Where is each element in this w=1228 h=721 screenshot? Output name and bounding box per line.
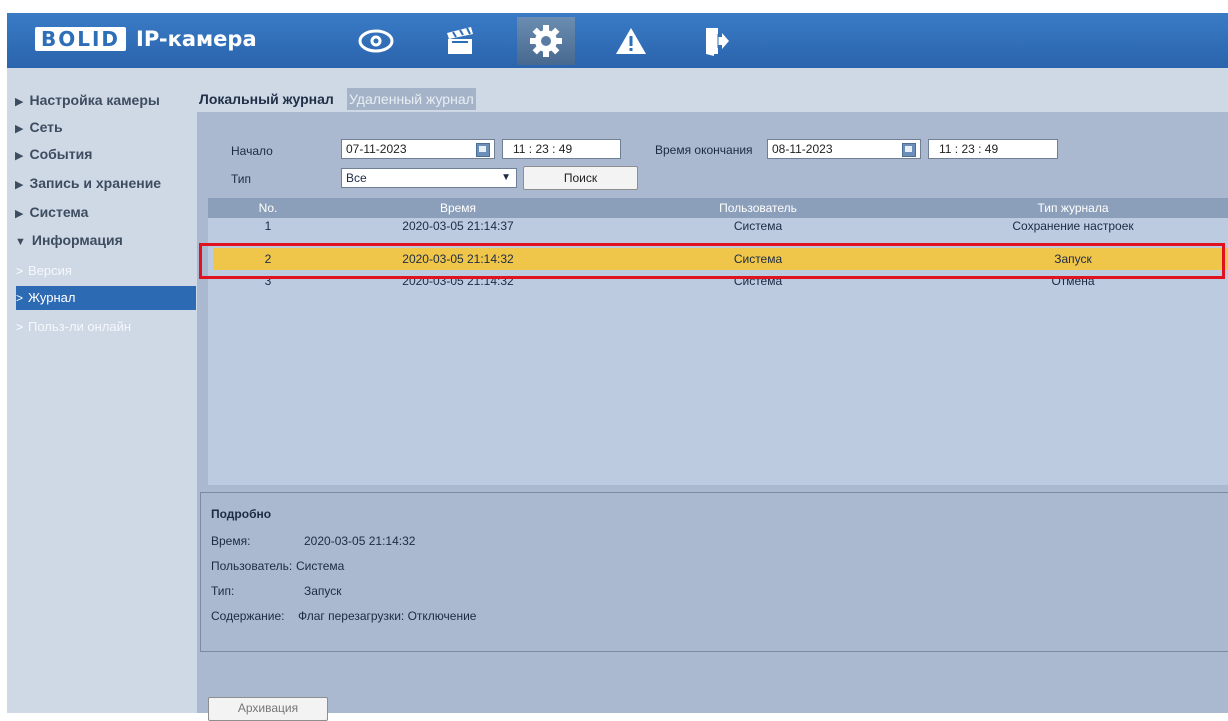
table-row[interactable]: 3 2020-03-05 21:14:32 Система Отмена: [208, 274, 1228, 296]
eye-icon: [358, 29, 394, 53]
sidebar-item-label: Информация: [31, 232, 123, 248]
sidebar-item-information[interactable]: ▼ Информация: [15, 232, 123, 248]
triangle-down-icon: ▼: [15, 236, 26, 248]
cell-user: Система: [733, 219, 783, 233]
sidebar-item-camera-settings[interactable]: ▶ Настройка камеры: [15, 92, 160, 108]
details-time-label: Время:: [211, 534, 251, 548]
cell-no: 3: [264, 274, 272, 288]
table-header: No. Время Пользователь Тип журнала: [208, 198, 1228, 218]
sidebar-item-network[interactable]: ▶ Сеть: [15, 119, 63, 135]
chevron-right-icon: >: [16, 320, 24, 334]
cell-no: 2: [264, 252, 272, 266]
gear-icon: [530, 25, 562, 57]
triangle-right-icon: ▶: [15, 96, 24, 108]
start-date-field[interactable]: 07-11-2023: [341, 139, 495, 159]
clapperboard-icon: [447, 27, 473, 54]
start-label: Начало: [231, 144, 273, 158]
sidebar-subitem-version[interactable]: > Версия: [16, 259, 196, 283]
tab-local-log[interactable]: Локальный журнал: [197, 88, 336, 110]
nav-live-view-button[interactable]: [347, 17, 405, 65]
chevron-right-icon: >: [16, 291, 24, 305]
nav-alarm-button[interactable]: [602, 17, 660, 65]
sidebar-subitem-online-users[interactable]: > Польз-ли онлайн: [16, 315, 196, 339]
type-label: Тип: [231, 172, 252, 186]
table-row[interactable]: 1 2020-03-05 21:14:37 Система Сохранение…: [208, 216, 1228, 236]
column-header-user: Пользователь: [719, 201, 797, 215]
log-table: No. Время Пользователь Тип журнала 1 202…: [208, 198, 1228, 485]
details-user-label: Пользователь:: [211, 559, 293, 573]
sidebar-subitem-log[interactable]: > Журнал: [16, 286, 196, 310]
sidebar-item-system[interactable]: ▶ Система: [15, 204, 88, 220]
cell-user: Система: [733, 252, 783, 266]
nav-settings-button[interactable]: [517, 17, 575, 65]
warning-icon: [616, 28, 646, 54]
sidebar-subitem-label: Версия: [28, 263, 72, 278]
details-content-value: Флаг перезагрузки: Отключение: [298, 609, 477, 623]
top-nav-bar: BOLID IP-камера: [7, 13, 1228, 68]
sidebar-item-label: Настройка камеры: [29, 92, 160, 108]
details-panel: Подробно Время: 2020-03-05 21:14:32 Поль…: [200, 492, 1228, 652]
sidebar-item-events[interactable]: ▶ События: [15, 146, 92, 162]
tabs-bar: Локальный журнал Удаленный журнал: [197, 68, 1228, 112]
nav-playback-button[interactable]: [432, 17, 490, 65]
triangle-right-icon: ▶: [15, 150, 24, 162]
app-title: IP-камера: [136, 27, 257, 51]
search-button[interactable]: Поиск: [523, 166, 638, 190]
start-date-value: 07-11-2023: [346, 142, 407, 156]
cell-log-type: Запуск: [1054, 252, 1092, 266]
details-title: Подробно: [211, 507, 272, 521]
logo-mark: BOLID: [35, 27, 127, 51]
triangle-right-icon: ▶: [15, 208, 24, 220]
sidebar-item-label: Запись и хранение: [29, 175, 162, 191]
sidebar-subitem-label: Журнал: [28, 290, 76, 305]
sidebar-item-label: Система: [29, 204, 89, 220]
sidebar-subitem-label: Польз-ли онлайн: [28, 319, 132, 334]
type-select[interactable]: Все ▼: [341, 168, 517, 188]
sidebar-item-label: События: [29, 146, 93, 162]
column-header-time: Время: [439, 201, 477, 215]
cell-time: 2020-03-05 21:14:32: [402, 274, 514, 288]
calendar-icon[interactable]: [476, 143, 490, 157]
cell-log-type: Отмена: [1051, 274, 1095, 288]
end-date-field[interactable]: 08-11-2023: [767, 139, 921, 159]
type-select-value: Все: [346, 171, 367, 185]
sidebar: ▶ Настройка камеры ▶ Сеть ▶ События ▶ Запись…: [7, 68, 197, 713]
cell-time: 2020-03-05 21:14:37: [402, 219, 514, 233]
details-type-label: Тип:: [211, 584, 235, 598]
triangle-right-icon: ▶: [15, 123, 24, 135]
details-type-value: Запуск: [304, 584, 342, 598]
cell-no: 1: [264, 219, 272, 233]
details-time-value: 2020-03-05 21:14:32: [304, 534, 416, 548]
chevron-down-icon: ▼: [501, 172, 511, 183]
end-date-value: 08-11-2023: [772, 142, 833, 156]
archive-button[interactable]: Архивация: [208, 697, 328, 721]
nav-logout-button[interactable]: [687, 17, 745, 65]
logout-icon: [706, 28, 729, 56]
column-header-log-type: Тип журнала: [1037, 201, 1109, 215]
column-header-no: No.: [258, 201, 278, 215]
end-time-field[interactable]: 11 : 23 : 49: [928, 139, 1058, 159]
sidebar-item-recording-storage[interactable]: ▶ Запись и хранение: [15, 175, 161, 191]
cell-user: Система: [733, 274, 783, 288]
main-panel: Локальный журнал Удаленный журнал Начало…: [197, 68, 1228, 721]
details-content-label: Содержание:: [211, 609, 285, 623]
table-row-selected[interactable]: 2 2020-03-05 21:14:32 Система Запуск: [213, 248, 1228, 270]
cell-time: 2020-03-05 21:14:32: [402, 252, 514, 266]
calendar-icon[interactable]: [902, 143, 916, 157]
brand-logo: BOLID IP-камера: [35, 26, 257, 52]
triangle-right-icon: ▶: [15, 179, 24, 191]
start-time-field[interactable]: 11 : 23 : 49: [502, 139, 621, 159]
end-label: Время окончания: [655, 143, 753, 157]
details-user-value: Система: [296, 559, 345, 573]
sidebar-item-label: Сеть: [29, 119, 63, 135]
tab-remote-log[interactable]: Удаленный журнал: [347, 88, 476, 110]
cell-log-type: Сохранение настроек: [1012, 219, 1134, 233]
chevron-right-icon: >: [16, 264, 24, 278]
